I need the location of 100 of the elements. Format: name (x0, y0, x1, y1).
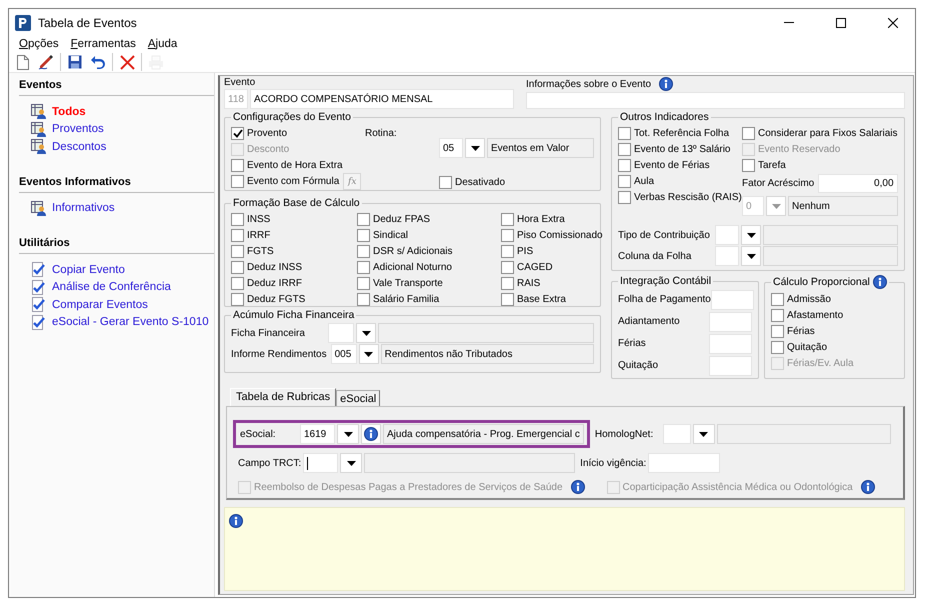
description-field: Rendimentos não Tributados (380, 344, 594, 364)
checkbox[interactable] (357, 260, 370, 274)
checkbox[interactable] (231, 212, 244, 226)
sidebar-link[interactable]: Comparar Eventos (52, 298, 148, 311)
checkbox[interactable] (357, 276, 370, 290)
new-document-icon (17, 54, 29, 70)
section-title: Utilitários (19, 237, 214, 254)
dropdown-button[interactable] (356, 323, 376, 343)
checkbox-label: Deduz FGTS (247, 294, 306, 304)
sidebar-link[interactable]: Copiar Evento (52, 264, 125, 276)
checkbox[interactable] (618, 190, 631, 204)
info-button[interactable] (361, 424, 381, 444)
sidebar-link[interactable]: Proventos (52, 123, 104, 136)
name-field[interactable]: ACORDO COMPENSATÓRIO MENSAL (250, 89, 514, 109)
save-icon (68, 55, 82, 69)
caret-icon (746, 232, 756, 238)
dropdown-button[interactable] (692, 424, 715, 444)
account-field[interactable] (709, 356, 752, 376)
checkbox[interactable] (357, 244, 370, 258)
checkbox[interactable] (771, 292, 784, 306)
checkbox[interactable] (231, 260, 244, 274)
menu-item[interactable]: Opções (13, 38, 65, 50)
code-field[interactable] (303, 453, 338, 473)
code-field[interactable]: 1619 (300, 424, 335, 444)
caret-icon (746, 254, 756, 258)
dropdown-button[interactable] (741, 246, 761, 266)
checkbox-label: DSR s/ Adicionais (373, 246, 452, 256)
date-field[interactable] (648, 453, 720, 473)
checkbox[interactable] (771, 308, 784, 322)
field-label: Folha de Pagamento (618, 294, 711, 305)
sidebar-link[interactable]: Todos (52, 106, 86, 118)
code-field[interactable] (715, 225, 739, 245)
account-field[interactable] (709, 312, 752, 332)
description-field: Ajuda compensatória - Prog. Emergencial c (383, 424, 584, 444)
code-field[interactable] (328, 323, 354, 343)
checkbox[interactable] (618, 126, 631, 140)
checkbox[interactable] (742, 158, 755, 172)
checkbox[interactable] (742, 126, 755, 140)
checkbox[interactable] (771, 340, 784, 354)
checkbox-label: Deduz INSS (247, 262, 302, 272)
checkbox[interactable] (231, 292, 244, 306)
checkbox-label: Deduz IRRF (247, 278, 302, 288)
dropdown-button[interactable] (465, 138, 485, 158)
tab[interactable]: Tabela de Rubricas (230, 388, 336, 406)
checkbox[interactable] (439, 176, 452, 188)
dropdown-button[interactable] (741, 225, 761, 245)
checkbox[interactable] (501, 244, 514, 258)
checkbox[interactable] (501, 228, 514, 242)
sidebar-link[interactable]: Informativos (52, 202, 115, 214)
checkbox[interactable] (618, 158, 631, 172)
toolbar-button[interactable] (36, 52, 56, 72)
checkbox[interactable] (231, 244, 244, 258)
field-label: Coluna da Folha (618, 250, 692, 262)
checkbox[interactable] (501, 276, 514, 290)
checkmark-document-icon (31, 262, 47, 278)
field-label: HomologNet: (594, 428, 654, 440)
checkmark-document-icon (31, 297, 47, 312)
dropdown-button[interactable] (358, 344, 379, 364)
code-field[interactable]: 05 (439, 138, 463, 158)
code-field[interactable] (662, 424, 691, 444)
info-icon (229, 514, 243, 528)
sidebar-link[interactable]: Análise de Conferência (52, 281, 171, 294)
sidebar-link[interactable]: eSocial - Gerar Evento S-1010 (52, 316, 209, 328)
code-field[interactable] (715, 246, 739, 266)
account-field[interactable] (709, 334, 752, 354)
checkbox-label: Evento com Fórmula (247, 176, 340, 187)
info-field[interactable] (526, 92, 905, 109)
tab[interactable]: eSocial (336, 390, 380, 406)
checkbox[interactable] (231, 126, 244, 140)
value-field[interactable]: 0,00 (818, 174, 898, 192)
field-label: eSocial: (240, 428, 277, 440)
checkbox[interactable] (231, 276, 244, 290)
checkbox[interactable] (357, 212, 370, 226)
dropdown-button[interactable] (337, 424, 359, 444)
checkbox[interactable] (501, 260, 514, 274)
checkbox[interactable] (231, 158, 244, 172)
checkbox[interactable] (357, 292, 370, 306)
checkbox[interactable] (501, 292, 514, 306)
checkbox-label: Evento Reservado (758, 144, 840, 154)
account-field[interactable] (710, 290, 754, 310)
checkbox[interactable] (357, 228, 370, 242)
dropdown-button[interactable] (340, 453, 362, 473)
checkbox-label: Reembolso de Despesas Pagas a Prestadores de Serviços de Saúde (254, 482, 563, 492)
field-label: Rotina: (365, 128, 398, 139)
checkbox-label: Evento de 13º Salário (634, 144, 730, 154)
code-field[interactable]: 005 (330, 344, 357, 364)
group-title: Outros Indicadores (619, 111, 710, 123)
caret-icon (470, 146, 480, 150)
caret-icon (699, 432, 708, 436)
menu-item[interactable]: Ferramentas (64, 38, 142, 50)
checkbox-label: PIS (517, 246, 534, 256)
checkbox[interactable] (231, 228, 244, 242)
checkbox[interactable] (771, 324, 784, 338)
sidebar-link[interactable]: Descontos (52, 140, 106, 153)
checkbox[interactable] (618, 174, 631, 188)
checkbox[interactable] (618, 142, 631, 156)
checkbox[interactable] (231, 175, 244, 188)
menu-item[interactable]: Ajuda (142, 38, 184, 50)
group-title: Formação Base de Cálculo (232, 197, 361, 209)
checkbox[interactable] (501, 212, 514, 226)
